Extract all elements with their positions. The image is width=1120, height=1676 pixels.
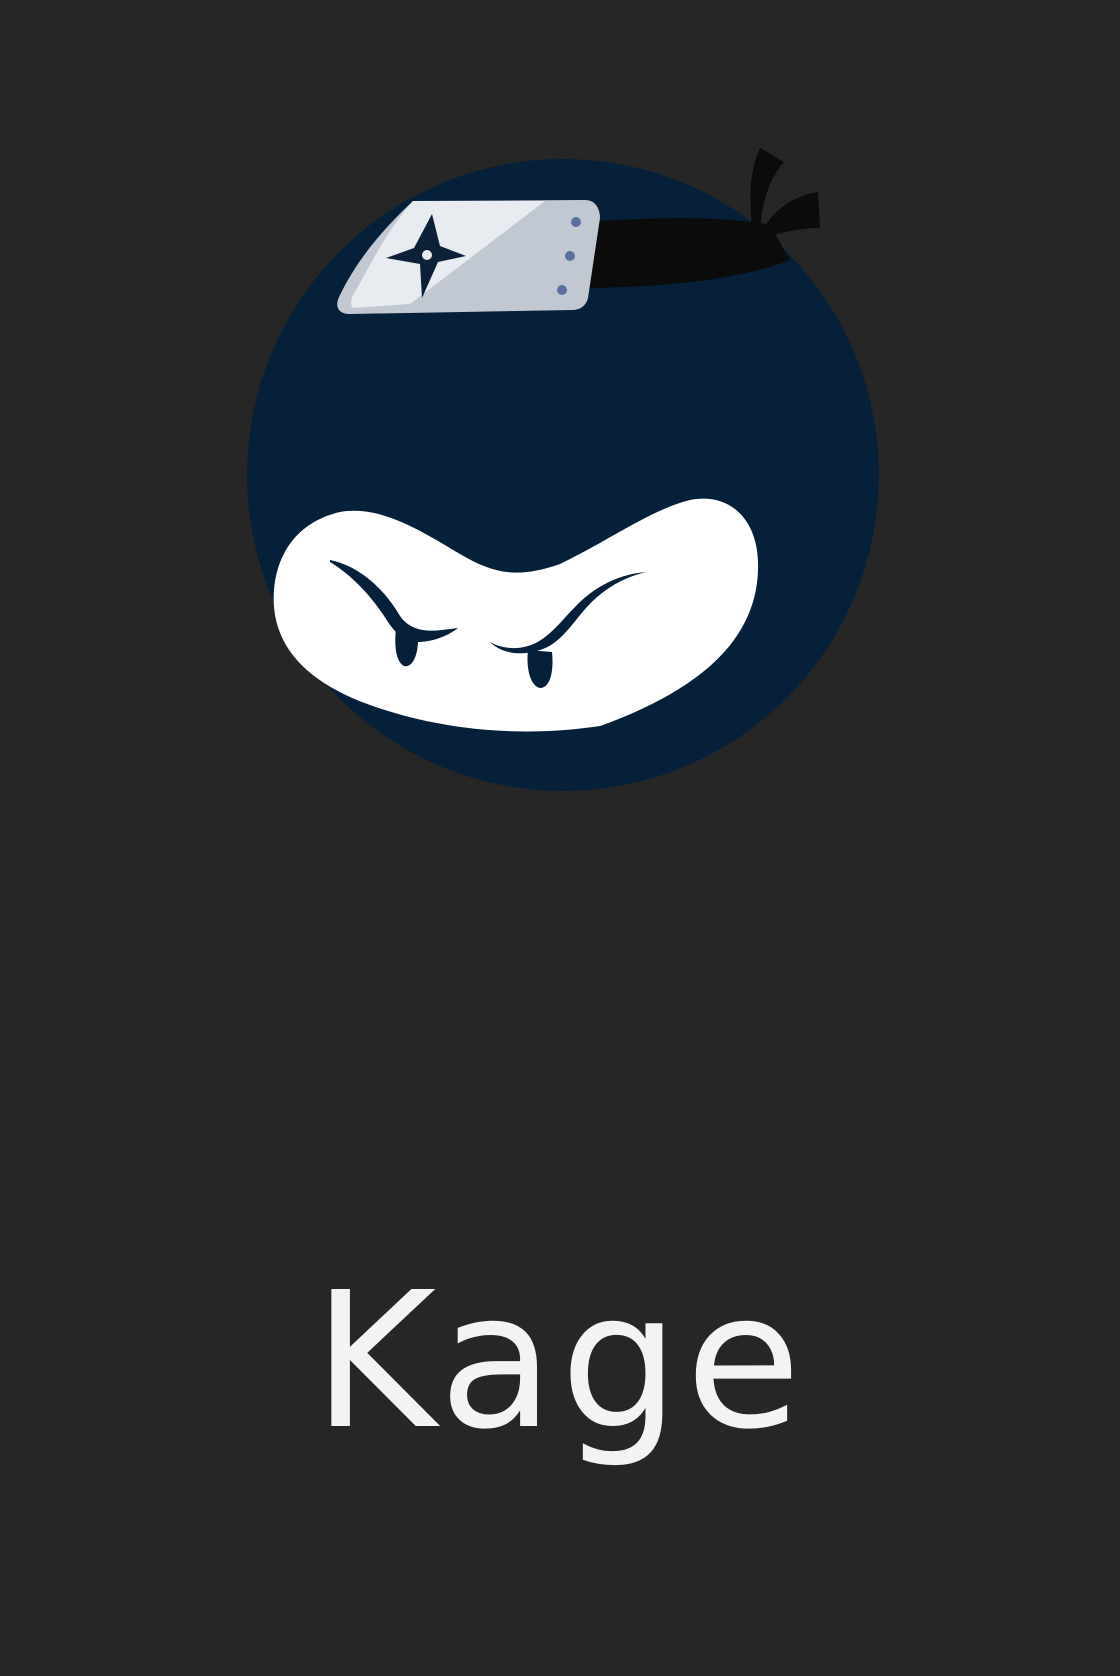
rivet [565,251,575,261]
app-name: Kage [312,1252,808,1471]
ninja-mascot-icon [247,148,879,791]
splash-screen: Kage [0,0,1120,1676]
rivet [571,217,581,227]
rivet [557,285,567,295]
